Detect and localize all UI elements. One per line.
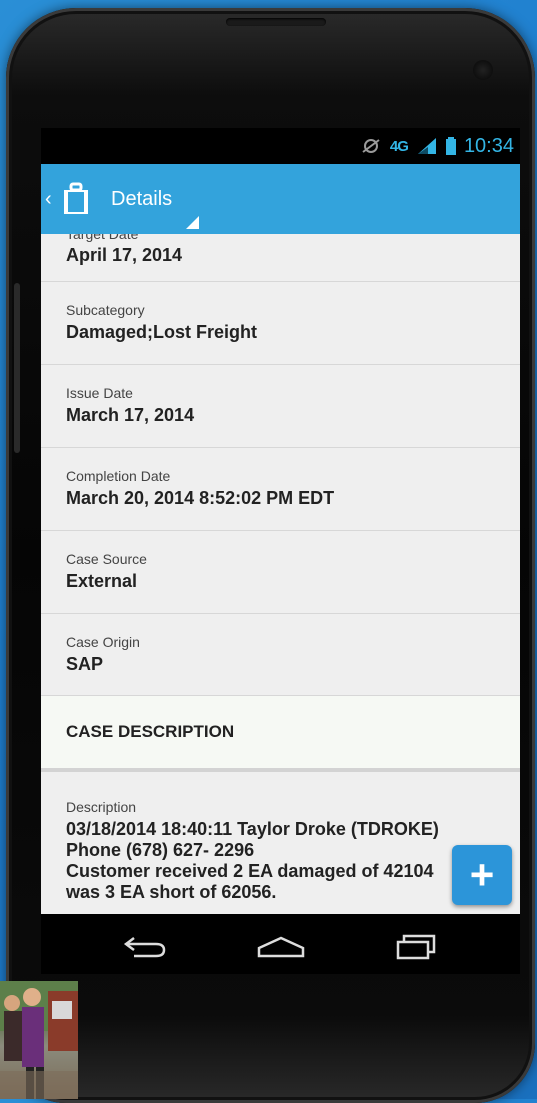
field-label: Description: [66, 799, 137, 815]
battery-icon: [445, 137, 456, 155]
volume-button: [14, 283, 20, 453]
description-line: was 3 EA short of 62056.: [66, 882, 277, 902]
field-label: Subcategory: [66, 302, 145, 318]
status-bar: 4G 10:34: [41, 128, 520, 164]
field-issue-date: Issue Date March 17, 2014: [41, 366, 520, 448]
add-button[interactable]: +: [452, 845, 512, 905]
contact-photo: [0, 981, 78, 1099]
field-target-date: Target Date April 17, 2014: [41, 234, 520, 282]
alarm-icon: [362, 139, 380, 153]
navigation-bar: [41, 914, 520, 974]
field-completion-date: Completion Date March 20, 2014 8:52:02 P…: [41, 449, 520, 531]
briefcase-icon[interactable]: [61, 182, 91, 216]
details-list[interactable]: Target Date April 17, 2014 Subcategory D…: [41, 234, 520, 914]
section-header-case-description: CASE DESCRIPTION: [41, 696, 520, 772]
network-type-label: 4G: [389, 137, 409, 155]
description-line: Customer received 2 EA damaged of 42104: [66, 861, 434, 881]
back-chevron-icon[interactable]: ‹: [45, 188, 59, 211]
recent-apps-icon[interactable]: [386, 926, 446, 966]
field-value: March 17, 2014: [66, 405, 195, 425]
people-photo-image: [0, 981, 78, 1099]
description-line: 03/18/2014 18:40:11 Taylor Droke (TDROKE…: [66, 819, 439, 839]
screen-title[interactable]: Details: [111, 188, 172, 211]
description-text: 03/18/2014 18:40:11 Taylor Droke (TDROKE…: [66, 819, 506, 903]
clock: 10:34: [463, 134, 514, 157]
signal-icon: [417, 138, 436, 154]
field-case-source: Case Source External: [41, 532, 520, 614]
field-value: April 17, 2014: [66, 245, 183, 265]
field-case-origin: Case Origin SAP: [41, 615, 520, 696]
back-icon[interactable]: [116, 926, 176, 966]
field-subcategory: Subcategory Damaged;Lost Freight: [41, 283, 520, 365]
home-icon[interactable]: [251, 926, 311, 966]
screen: 4G 10:34 ‹ Details Target Date April 17,…: [41, 128, 520, 974]
field-value: External: [66, 571, 138, 591]
field-value: March 20, 2014 8:52:02 PM EDT: [66, 488, 335, 508]
field-label: Target Date: [66, 234, 139, 242]
field-value: SAP: [66, 654, 104, 674]
description-line: Phone (678) 627- 2296: [66, 840, 255, 860]
field-label: Completion Date: [66, 468, 171, 484]
field-description: Description 03/18/2014 18:40:11 Taylor D…: [66, 799, 506, 903]
field-label: Case Source: [66, 551, 147, 567]
section-title: CASE DESCRIPTION: [66, 722, 235, 741]
field-label: Issue Date: [66, 385, 133, 401]
speaker-grille: [226, 18, 326, 26]
field-value: Damaged;Lost Freight: [66, 322, 258, 342]
front-camera: [473, 60, 493, 80]
dropdown-indicator-icon[interactable]: [186, 216, 199, 229]
action-bar: ‹ Details: [41, 164, 520, 234]
field-label: Case Origin: [66, 634, 140, 650]
